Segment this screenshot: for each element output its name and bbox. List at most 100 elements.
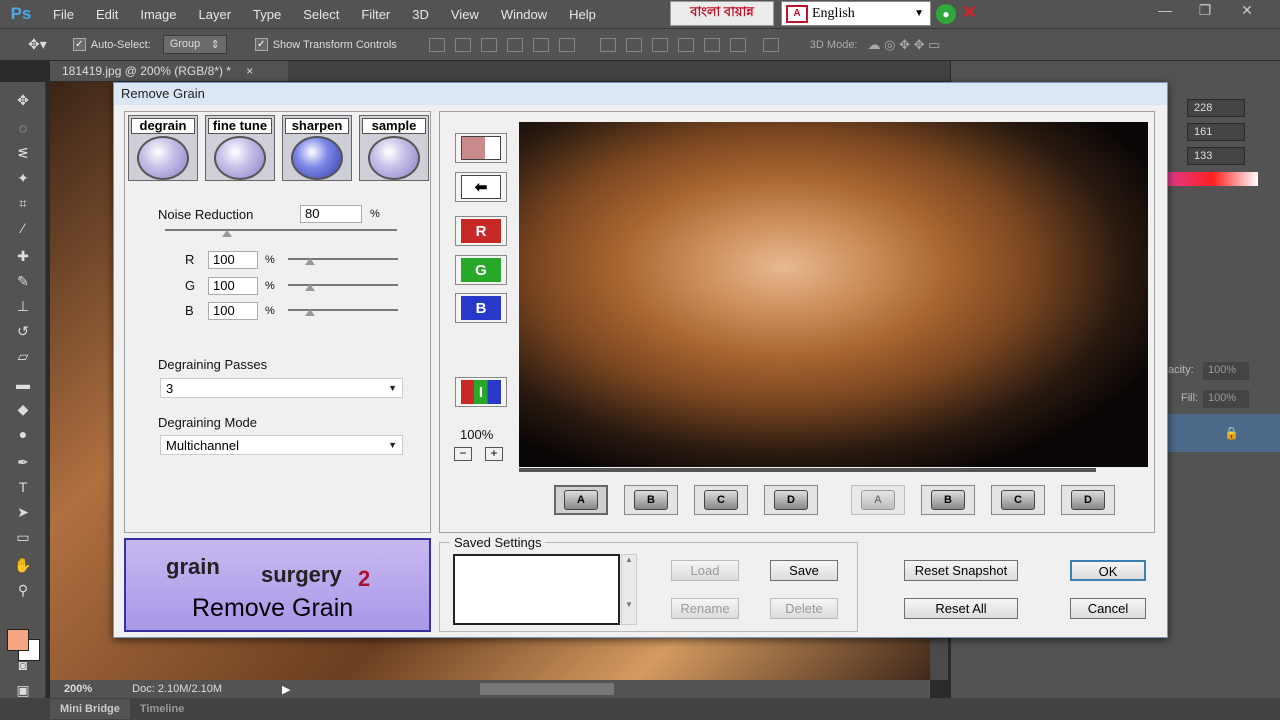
menu-image[interactable]: Image (129, 7, 187, 22)
preview-image[interactable] (519, 122, 1148, 467)
snapshot-c-button[interactable]: C (694, 485, 748, 515)
go-icon[interactable]: ● (936, 4, 956, 24)
cancel-button[interactable]: Cancel (1070, 598, 1146, 619)
snapshot-d-button[interactable]: D (764, 485, 818, 515)
blur-tool-icon[interactable]: ◆ (12, 401, 34, 419)
save-button[interactable]: Save (770, 560, 838, 581)
language-select[interactable]: A English ▼ (781, 1, 931, 26)
doc-size-info[interactable]: Doc: 2.10M/2.10M (132, 683, 222, 695)
dodge-tool-icon[interactable]: ● (12, 426, 34, 444)
rename-button[interactable]: Rename (671, 598, 739, 619)
foreground-color-swatch[interactable] (7, 629, 29, 651)
menu-type[interactable]: Type (242, 7, 292, 22)
zoom-out-button[interactable]: − (454, 447, 472, 461)
bangla-keyboard-label[interactable]: বাংলা বায়ান্ন (670, 1, 774, 26)
r-channel-slider-thumb[interactable] (305, 258, 315, 265)
load-button[interactable]: Load (671, 560, 739, 581)
hand-tool-icon[interactable]: ✋ (12, 557, 34, 575)
brush-tool-icon[interactable]: ✎ (12, 273, 34, 291)
tab-degrain[interactable]: degrain (128, 115, 198, 181)
delete-button[interactable]: Delete (770, 598, 838, 619)
distribute-bottom-icon[interactable] (651, 37, 668, 52)
align-center-icon[interactable] (532, 37, 549, 52)
opacity-field[interactable]: 100% (1203, 362, 1249, 380)
reset-snapshot-button[interactable]: Reset Snapshot (904, 560, 1018, 581)
shape-tool-icon[interactable]: ▭ (12, 529, 34, 547)
auto-align-icon[interactable] (762, 37, 779, 52)
path-select-tool-icon[interactable]: ➤ (12, 504, 34, 522)
reset-all-button[interactable]: Reset All (904, 598, 1018, 619)
menu-select[interactable]: Select (292, 7, 350, 22)
eraser-tool-icon[interactable]: ▱ (12, 348, 34, 366)
green-channel-button[interactable]: G (455, 255, 507, 285)
snapshot-b-button[interactable]: B (624, 485, 678, 515)
menu-help[interactable]: Help (558, 7, 607, 22)
distribute-left-icon[interactable] (677, 37, 694, 52)
tab-mini-bridge[interactable]: Mini Bridge (50, 699, 130, 719)
red-value-field[interactable]: 228 (1187, 99, 1245, 117)
3d-orbit-icon[interactable]: ☁ ◎ ✥ ✥ ▭ (868, 37, 941, 53)
store-snapshot-d-button[interactable]: D (1061, 485, 1115, 515)
close-keyboard-icon[interactable]: ✕ (962, 2, 977, 23)
align-right-icon[interactable] (558, 37, 575, 52)
zoom-in-button[interactable]: + (485, 447, 503, 461)
snapshot-a-button[interactable]: A (554, 485, 608, 515)
type-tool-icon[interactable]: T (12, 479, 34, 497)
noise-reduction-slider[interactable] (165, 229, 397, 231)
history-brush-tool-icon[interactable]: ↺ (12, 323, 34, 341)
layer-row[interactable]: 🔒 (1166, 414, 1280, 452)
green-value-field[interactable]: 161 (1187, 123, 1245, 141)
minimize-button[interactable]: — (1150, 0, 1180, 22)
red-channel-button[interactable]: R (455, 216, 507, 246)
menu-layer[interactable]: Layer (188, 7, 243, 22)
preview-original-button[interactable] (455, 133, 507, 163)
tab-timeline[interactable]: Timeline (130, 703, 194, 715)
menu-file[interactable]: File (42, 7, 85, 22)
menu-edit[interactable]: Edit (85, 7, 129, 22)
menu-window[interactable]: Window (490, 7, 558, 22)
distribute-middle-icon[interactable] (625, 37, 642, 52)
align-bottom-icon[interactable] (480, 37, 497, 52)
align-left-icon[interactable] (506, 37, 523, 52)
b-channel-slider-thumb[interactable] (305, 309, 315, 316)
all-channels-button[interactable]: I (455, 377, 507, 407)
move-tool-icon[interactable]: ✥ (12, 92, 34, 110)
eyedropper-tool-icon[interactable]: ⁄ (12, 220, 34, 238)
marquee-tool-icon[interactable]: ◌ (12, 120, 34, 138)
crop-tool-icon[interactable]: ⌗ (12, 195, 34, 213)
document-tab[interactable]: 181419.jpg @ 200% (RGB/8*) * × (50, 61, 288, 81)
store-snapshot-a-button[interactable]: A (851, 485, 905, 515)
b-channel-field[interactable]: 100 (208, 302, 258, 320)
blue-value-field[interactable]: 133 (1187, 147, 1245, 165)
g-channel-slider-thumb[interactable] (305, 284, 315, 291)
stamp-tool-icon[interactable]: ⊥ (12, 298, 34, 316)
noise-reduction-slider-thumb[interactable] (222, 230, 232, 237)
distribute-center-icon[interactable] (703, 37, 720, 52)
store-snapshot-c-button[interactable]: C (991, 485, 1045, 515)
degraining-passes-select[interactable]: 3 ▼ (160, 378, 403, 398)
close-tab-icon[interactable]: × (246, 64, 253, 78)
distribute-right-icon[interactable] (729, 37, 746, 52)
noise-reduction-field[interactable]: 80 (300, 205, 362, 223)
tab-sharpen[interactable]: sharpen (282, 115, 352, 181)
ok-button[interactable]: OK (1070, 560, 1146, 581)
auto-select-checkbox[interactable]: ✓ (72, 38, 86, 51)
tab-sample[interactable]: sample (359, 115, 429, 181)
gradient-tool-icon[interactable]: ▬ (12, 376, 34, 394)
healing-tool-icon[interactable]: ✚ (12, 248, 34, 266)
saved-settings-scrollbar[interactable]: ▲ ▼ (621, 554, 637, 625)
show-transform-checkbox[interactable]: ✓ (254, 38, 268, 51)
canvas-horizontal-scrollbar[interactable] (480, 683, 615, 695)
align-top-icon[interactable] (428, 37, 445, 52)
menu-view[interactable]: View (440, 7, 490, 22)
quick-select-tool-icon[interactable]: ✦ (12, 170, 34, 188)
zoom-level[interactable]: 200% (64, 683, 92, 695)
move-tool-icon[interactable]: ✥▾ (28, 36, 47, 53)
fill-field[interactable]: 100% (1203, 390, 1249, 408)
pen-tool-icon[interactable]: ✒ (12, 454, 34, 472)
tab-fine-tune[interactable]: fine tune (205, 115, 275, 181)
auto-select-target-select[interactable]: Group ⇕ (162, 35, 227, 54)
g-channel-field[interactable]: 100 (208, 277, 258, 295)
color-ramp[interactable] (1168, 172, 1258, 186)
lasso-tool-icon[interactable]: ᓬ (12, 145, 34, 163)
